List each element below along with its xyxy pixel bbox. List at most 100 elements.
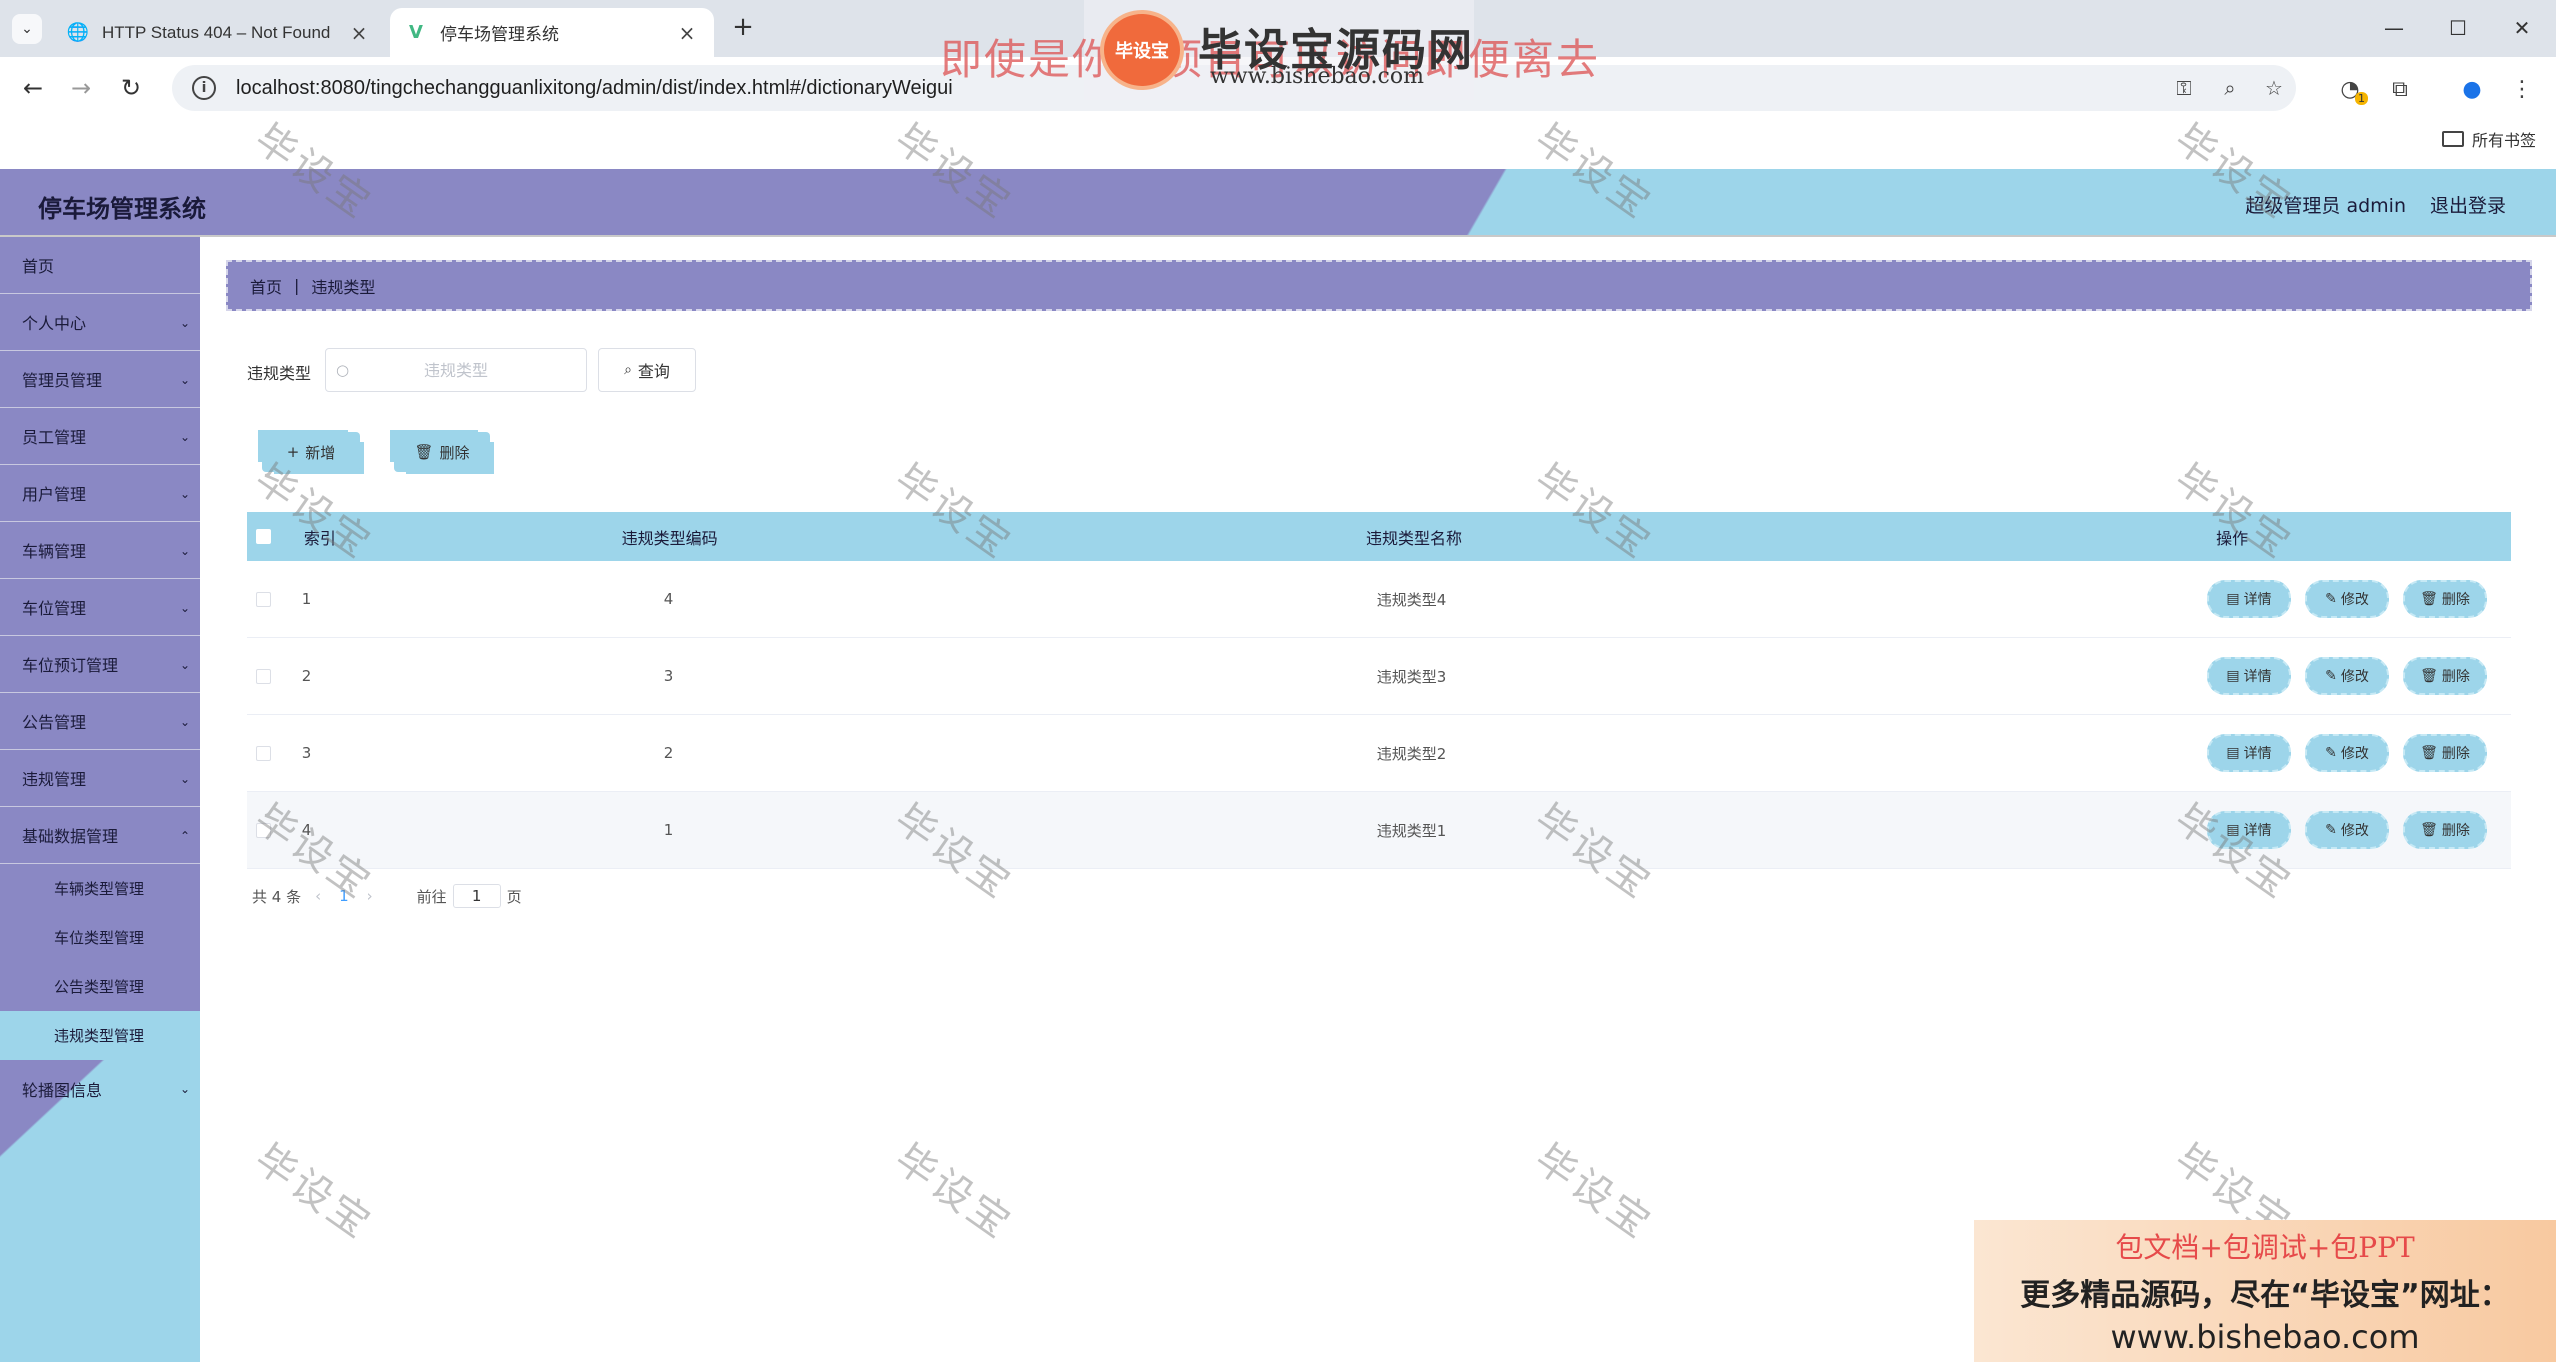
more-menu-icon[interactable]: ⋮ xyxy=(2506,73,2538,105)
tab-search-button[interactable]: ⌄ xyxy=(12,14,42,44)
delete-button[interactable]: 🗑 删除 xyxy=(2402,811,2487,849)
sidebar-item-vehicles[interactable]: 车辆管理 ⌄ xyxy=(0,522,200,579)
batch-delete-button[interactable]: 🗑 删除 xyxy=(394,432,490,472)
delete-button[interactable]: 🗑 删除 xyxy=(2402,734,2487,772)
sidebar-subitem-vehicle-types[interactable]: 车辆类型管理 xyxy=(0,864,200,913)
edit-button[interactable]: ✎ 修改 xyxy=(2304,734,2389,772)
sidebar-item-violations[interactable]: 违规管理 ⌄ xyxy=(0,750,200,807)
tab-title: HTTP Status 404 – Not Found xyxy=(102,22,331,42)
forward-button[interactable]: → xyxy=(64,71,98,105)
zoom-icon[interactable]: ⌕ xyxy=(2218,76,2242,100)
cell-name: 违规类型4 xyxy=(1376,590,1447,609)
pencil-icon: ✎ xyxy=(2325,745,2337,761)
edit-button[interactable]: ✎ 修改 xyxy=(2304,811,2389,849)
sidebar-item-carousel[interactable]: 轮播图信息 ⌄ xyxy=(0,1060,200,1117)
new-tab-button[interactable]: + xyxy=(728,12,758,42)
table-row: 3 2 违规类型2 ▤ 详情 ✎ 修改 🗑 删除 xyxy=(247,715,2511,792)
logout-link[interactable]: 退出登录 xyxy=(2430,191,2506,218)
puzzle-icon[interactable]: ⧉ xyxy=(2384,73,2416,105)
sidebar-item-admins[interactable]: 管理员管理 ⌄ xyxy=(0,351,200,408)
chevron-down-icon: ⌄ xyxy=(179,487,190,501)
promo-line-1: 包文档+包调试+包PPT xyxy=(2115,1231,2415,1264)
all-bookmarks-label: 所有书签 xyxy=(2471,131,2536,150)
globe-icon: 🌐 xyxy=(66,22,90,43)
window-close-button[interactable]: ✕ xyxy=(2502,12,2542,44)
prev-page-icon[interactable]: ‹ xyxy=(315,887,321,905)
all-bookmarks-button[interactable]: 所有书签 xyxy=(2441,127,2536,151)
brand-logo: 毕设宝 xyxy=(1100,10,1184,90)
reload-button[interactable]: ↻ xyxy=(114,71,148,105)
edit-button[interactable]: ✎ 修改 xyxy=(2304,657,2389,695)
chevron-down-icon: ⌄ xyxy=(179,772,190,786)
sidebar-subitem-label: 车位类型管理 xyxy=(54,929,145,947)
sidebar-subitem-notice-types[interactable]: 公告类型管理 xyxy=(0,962,200,1011)
header-name: 违规类型名称 xyxy=(1365,528,1462,548)
search-input[interactable] xyxy=(326,360,586,380)
extension-badge-icon[interactable]: ◔ 1 xyxy=(2334,73,2368,105)
row-actions: ▤ 详情 ✎ 修改 🗑 删除 xyxy=(1950,580,2511,618)
brand-logo-text: 毕设宝 xyxy=(1115,41,1169,62)
row-checkbox[interactable] xyxy=(255,668,271,684)
browser-tab-parking[interactable]: V 停车场管理系统 × xyxy=(390,8,714,57)
page-number[interactable]: 1 xyxy=(339,887,349,905)
close-icon[interactable]: × xyxy=(676,21,698,45)
add-button[interactable]: + 新增 xyxy=(262,432,360,472)
sidebar-subitem-space-types[interactable]: 车位类型管理 xyxy=(0,913,200,962)
sidebar-item-notices[interactable]: 公告管理 ⌄ xyxy=(0,693,200,750)
minimize-button[interactable]: — xyxy=(2374,12,2414,44)
sidebar-subitem-label: 公告类型管理 xyxy=(54,978,145,996)
row-checkbox[interactable] xyxy=(255,591,271,607)
cell-name: 违规类型1 xyxy=(1376,821,1447,840)
cell-code: 1 xyxy=(663,821,674,839)
sidebar-item-users[interactable]: 用户管理 ⌄ xyxy=(0,465,200,522)
goto-label: 前往 xyxy=(416,887,447,906)
header-code: 违规类型编码 xyxy=(621,528,718,548)
sidebar: 首页 个人中心 ⌄ 管理员管理 ⌄ 员工管理 ⌄ 用户管理 ⌄ 车辆管理 ⌄ 车位管理 ⌄ … xyxy=(0,237,200,1362)
sidebar-item-staff[interactable]: 员工管理 ⌄ xyxy=(0,408,200,465)
select-all-checkbox[interactable] xyxy=(255,529,271,544)
edit-button[interactable]: ✎ 修改 xyxy=(2304,580,2389,618)
cell-code: 2 xyxy=(663,744,674,762)
close-icon[interactable]: × xyxy=(348,21,370,45)
profile-avatar-icon[interactable]: ● xyxy=(2456,73,2488,105)
promo-line-2: 更多精品源码，尽在“毕设宝”网址： xyxy=(2020,1278,2510,1313)
add-button-label: 新增 xyxy=(305,443,336,462)
chevron-down-icon: ⌄ xyxy=(179,601,190,615)
goto-page-input[interactable]: 1 xyxy=(452,884,501,908)
delete-button[interactable]: 🗑 删除 xyxy=(2402,657,2487,695)
sidebar-item-reservations[interactable]: 车位预订管理 ⌄ xyxy=(0,636,200,693)
table-row: 1 4 违规类型4 ▤ 详情 ✎ 修改 🗑 删除 xyxy=(247,561,2511,638)
row-checkbox[interactable] xyxy=(255,822,271,838)
detail-button[interactable]: ▤ 详情 xyxy=(2206,580,2291,618)
sidebar-subitem-violation-types[interactable]: 违规类型管理 xyxy=(0,1011,200,1060)
sidebar-item-spaces[interactable]: 车位管理 ⌄ xyxy=(0,579,200,636)
breadcrumb-separator: | xyxy=(294,276,300,295)
sidebar-item-base-data[interactable]: 基础数据管理 ⌃ xyxy=(0,807,200,864)
row-checkbox[interactable] xyxy=(255,745,271,761)
query-button[interactable]: ⌕ 查询 xyxy=(598,348,696,392)
browser-tab-404[interactable]: 🌐 HTTP Status 404 – Not Found × xyxy=(52,8,386,57)
sidebar-item-profile[interactable]: 个人中心 ⌄ xyxy=(0,294,200,351)
star-icon[interactable]: ☆ xyxy=(2262,76,2286,100)
breadcrumb-home[interactable]: 首页 xyxy=(250,274,282,298)
plus-icon: + xyxy=(286,443,300,461)
detail-button[interactable]: ▤ 详情 xyxy=(2206,657,2291,695)
key-icon[interactable]: ⚿ xyxy=(2172,76,2196,100)
delete-label: 删除 xyxy=(2441,746,2470,762)
edit-label: 修改 xyxy=(2340,823,2369,839)
pagination: 共 4 条 ‹ 1 › 前往 1 页 xyxy=(252,884,522,908)
promo-line-3: www.bishebao.com xyxy=(2110,1318,2420,1356)
document-icon: ▤ xyxy=(2226,668,2240,684)
cell-index: 2 xyxy=(301,667,312,685)
url-text[interactable]: localhost:8080/tingchechangguanlixitong/… xyxy=(236,77,953,100)
detail-button[interactable]: ▤ 详情 xyxy=(2206,811,2291,849)
delete-button[interactable]: 🗑 删除 xyxy=(2402,580,2487,618)
next-page-icon[interactable]: › xyxy=(367,887,373,905)
info-icon[interactable]: i xyxy=(192,76,216,100)
back-button[interactable]: ← xyxy=(16,71,50,105)
maximize-button[interactable]: ☐ xyxy=(2438,12,2478,44)
detail-button[interactable]: ▤ 详情 xyxy=(2206,734,2291,772)
sidebar-item-home[interactable]: 首页 xyxy=(0,237,200,294)
edit-label: 修改 xyxy=(2340,746,2369,762)
search-field[interactable]: ○ xyxy=(325,348,587,392)
